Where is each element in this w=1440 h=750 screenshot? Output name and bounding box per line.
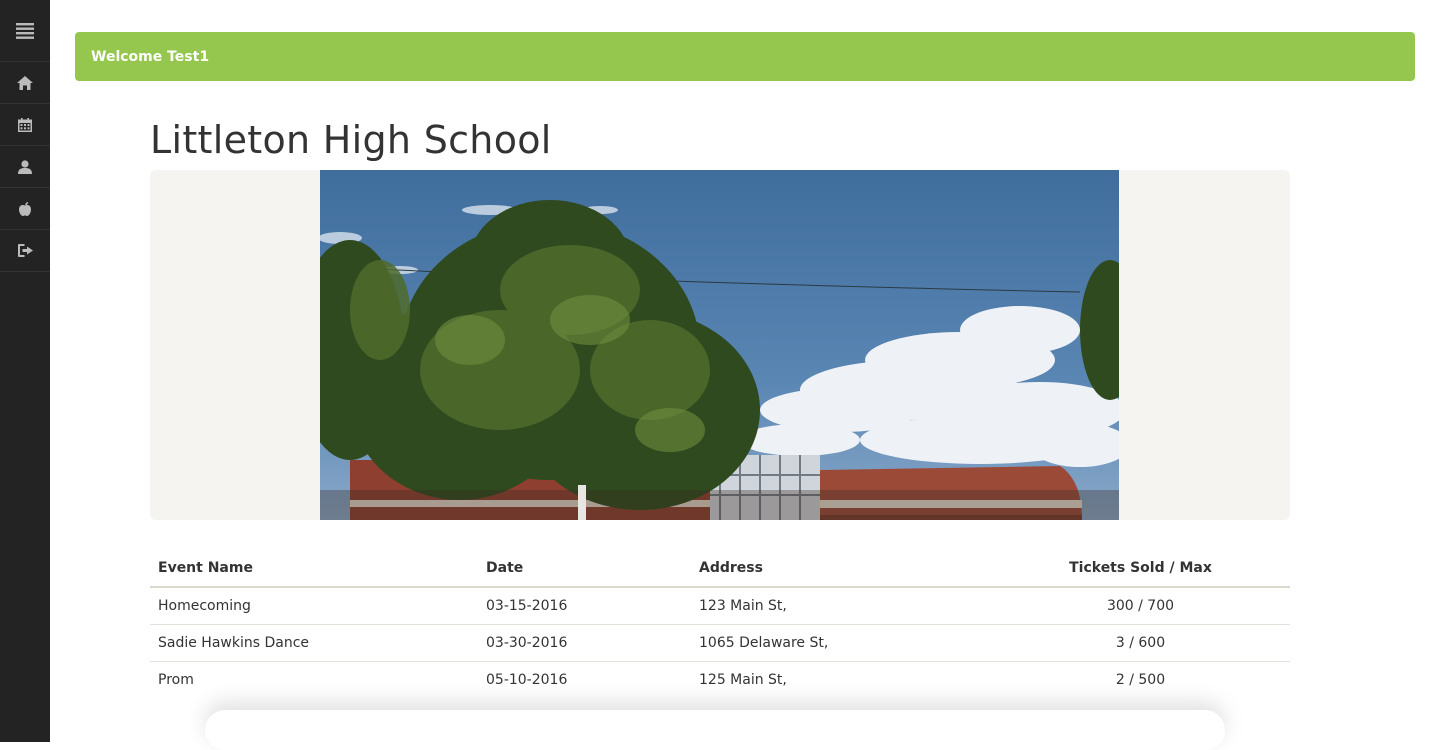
sidebar-menu-toggle[interactable] [0,0,50,62]
home-icon [17,75,33,90]
event-name-cell: Homecoming [150,587,478,625]
logout-icon [17,244,33,257]
events-table: Event Name Date Address Tickets Sold / M… [150,549,1290,698]
column-header-tickets[interactable]: Tickets Sold / Max [991,549,1290,588]
apple-icon [19,201,31,216]
event-date-cell: 05-10-2016 [486,671,568,688]
event-tickets-cell: 300 / 700 [991,587,1290,625]
bottom-panel-shadow [205,710,1225,750]
event-address-cell: 125 Main St, [699,671,787,688]
event-date-cell: 03-30-2016 [478,624,691,662]
school-image-container [150,170,1290,520]
event-address-cell: 1065 Delaware St, [691,624,991,662]
calendar-icon [18,117,32,132]
event-tickets-cell: 2 / 500 [1115,671,1166,688]
event-name-cell: Prom [158,671,194,688]
table-row[interactable]: Homecoming 03-15-2016 123 Main St, 300 /… [150,587,1290,625]
sidebar-item-apple[interactable] [0,188,50,230]
table-header-row: Event Name Date Address Tickets Sold / M… [150,549,1290,588]
user-icon [18,159,32,174]
welcome-text: Welcome Test1 [91,48,210,65]
event-date-cell: 03-15-2016 [478,587,691,625]
sidebar-item-logout[interactable] [0,230,50,272]
sidebar [0,0,50,742]
column-header-date[interactable]: Date [478,549,691,588]
table-row[interactable]: Sadie Hawkins Dance 03-30-2016 1065 Dela… [150,624,1290,662]
event-address-cell: 123 Main St, [691,587,991,625]
column-header-event-name[interactable]: Event Name [150,549,478,588]
sidebar-item-calendar[interactable] [0,104,50,146]
sidebar-item-home[interactable] [0,62,50,104]
event-tickets-cell: 3 / 600 [991,624,1290,662]
welcome-banner: Welcome Test1 [75,32,1415,81]
school-photo [320,170,1119,520]
event-name-cell: Sadie Hawkins Dance [150,624,478,662]
page-title: Littleton High School [150,118,552,162]
table-row[interactable]: Prom 05-10-2016 125 Main St, 2 / 500 [150,661,1290,698]
column-header-address[interactable]: Address [691,549,991,588]
sidebar-item-profile[interactable] [0,146,50,188]
menu-icon [16,22,34,39]
